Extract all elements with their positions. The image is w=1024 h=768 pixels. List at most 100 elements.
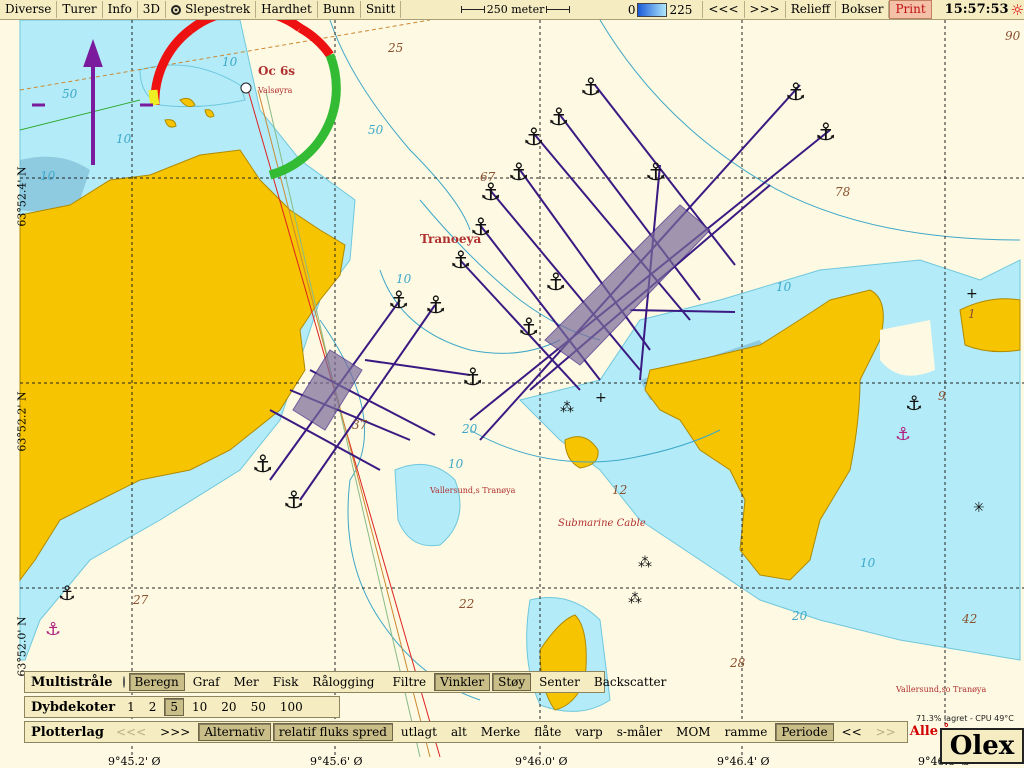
menu-diverse[interactable]: Diverse	[0, 1, 58, 18]
svg-text:10: 10	[116, 132, 132, 146]
cable-label: Submarine Cable	[558, 518, 646, 529]
contour-1-button[interactable]: 1	[121, 698, 141, 716]
contour-50-button[interactable]: 50	[245, 698, 272, 716]
sun-icon[interactable]: ☼	[1011, 1, 1024, 19]
senter-button[interactable]: Senter	[533, 673, 586, 691]
olex-logo: Olex	[940, 728, 1024, 764]
depth-min: 0	[627, 2, 636, 17]
menu-hardhet[interactable]: Hardhet	[256, 1, 318, 18]
nav-back-button[interactable]: <<<	[702, 1, 745, 18]
svg-text:10: 10	[40, 169, 56, 183]
contour-10-button[interactable]: 10	[186, 698, 213, 716]
svg-text:⚓: ⚓	[425, 291, 447, 319]
svg-text:20: 20	[461, 422, 478, 436]
light-label: Oc 6s	[258, 64, 295, 78]
lat-label: 63°52.2' N	[15, 391, 29, 452]
periode-button[interactable]: Periode	[775, 723, 834, 741]
svg-text:10: 10	[860, 556, 876, 570]
bokser-button[interactable]: Bokser	[836, 1, 890, 18]
svg-text:⚓: ⚓	[45, 619, 61, 640]
merke-button[interactable]: Merke	[475, 723, 527, 741]
menu-snitt[interactable]: Snitt	[361, 1, 402, 18]
menu-bunn[interactable]: Bunn	[318, 1, 361, 18]
svg-text:12: 12	[612, 483, 627, 497]
menu-turer[interactable]: Turer	[57, 1, 103, 18]
svg-text:⚓: ⚓	[252, 450, 274, 478]
menu-3d[interactable]: 3D	[138, 1, 167, 18]
svg-text:20: 20	[791, 609, 808, 623]
period-forward-button[interactable]: >>	[870, 723, 902, 741]
svg-text:⚓: ⚓	[508, 158, 530, 186]
tranoeya-label: Tranoeya	[420, 232, 481, 246]
stoy-button[interactable]: Støy	[492, 673, 532, 691]
svg-text:⚓: ⚓	[905, 391, 923, 415]
menu-slepestrek-label: Slepestrek	[185, 2, 251, 16]
valsoyra-label: Valsøyra	[257, 86, 293, 95]
varp-button[interactable]: varp	[569, 723, 608, 741]
lon-label: 9°46.4' Ø	[717, 755, 770, 768]
clock: 15:57:53	[944, 2, 1009, 17]
plotter-forward-button[interactable]: >>>	[154, 723, 196, 741]
depth-legend: 0 225	[627, 2, 692, 17]
svg-text:10: 10	[222, 55, 238, 69]
alternativ-button[interactable]: Alternativ	[198, 723, 271, 741]
svg-text:10: 10	[776, 280, 792, 294]
lon-label: 9°45.2' Ø	[108, 755, 161, 768]
ralogging-button[interactable]: Rålogging	[306, 673, 380, 691]
nav-forward-button[interactable]: >>>	[745, 1, 786, 18]
beregn-button[interactable]: Beregn	[128, 673, 185, 691]
print-button[interactable]: Print	[889, 0, 932, 19]
relatif-fluks-button[interactable]: relatif fluks spred	[272, 723, 393, 741]
ramme-button[interactable]: ramme	[719, 723, 774, 741]
contour-20-button[interactable]: 20	[215, 698, 242, 716]
svg-text:25: 25	[387, 41, 403, 55]
svg-text:78: 78	[835, 185, 851, 199]
backscatter-button[interactable]: Backscatter	[588, 673, 672, 691]
graf-button[interactable]: Graf	[187, 673, 226, 691]
svg-text:+: +	[966, 286, 978, 302]
mer-button[interactable]: Mer	[228, 673, 265, 691]
svg-text:67: 67	[480, 170, 496, 184]
svg-text:⚓: ⚓	[388, 286, 410, 314]
svg-text:50: 50	[62, 87, 78, 101]
lon-label: 9°45.6' Ø	[310, 755, 363, 768]
mom-button[interactable]: MOM	[670, 723, 716, 741]
utlagt-button[interactable]: utlagt	[395, 723, 443, 741]
multistrale-radio[interactable]	[122, 676, 125, 688]
target-icon	[171, 4, 182, 15]
svg-text:⚓: ⚓	[815, 118, 837, 146]
svg-text:22: 22	[458, 597, 474, 611]
svg-text:9: 9	[938, 389, 946, 403]
dybdekoter-title: Dybdekoter	[31, 699, 116, 715]
relieff-button[interactable]: Relieff	[786, 1, 837, 18]
scale-label: 250 meter	[486, 3, 545, 16]
multistrale-panel: Multistråle Beregn Graf Mer Fisk Råloggi…	[24, 671, 666, 693]
period-back-button[interactable]: <<	[836, 723, 868, 741]
svg-text:⚓: ⚓	[895, 424, 911, 445]
menu-slepestrek[interactable]: Slepestrek	[166, 1, 257, 18]
s-maler-button[interactable]: s-måler	[611, 723, 668, 741]
contour-100-button[interactable]: 100	[274, 698, 309, 716]
filtre-button[interactable]: Filtre	[386, 673, 432, 691]
status-text: 71.3% lagret - CPU 49°C	[916, 714, 1014, 723]
svg-text:10: 10	[396, 272, 412, 286]
svg-text:42: 42	[961, 612, 977, 626]
plotterlag-title: Plotterlag	[31, 724, 104, 740]
nautical-chart[interactable]: ⚓ ⚓ ⚓ ⚓ ⚓ ⚓ ⚓ ⚓ ⚓ ⚓ ⚓ ⚓ ⚓ ⚓ ⚓ ⚓ ⚓ ⚓ ⚓ ⚓ …	[0, 0, 1024, 768]
menu-info[interactable]: Info	[103, 1, 138, 18]
flate-button[interactable]: flåte	[528, 723, 567, 741]
svg-text:⁂: ⁂	[638, 555, 652, 571]
svg-text:⚓: ⚓	[58, 581, 76, 605]
multistrale-title: Multistråle	[31, 674, 113, 690]
svg-text:⚓: ⚓	[785, 78, 807, 106]
fisk-button[interactable]: Fisk	[267, 673, 305, 691]
svg-text:⚓: ⚓	[548, 103, 570, 131]
contour-2-button[interactable]: 2	[143, 698, 163, 716]
plotter-back-button[interactable]: <<<	[110, 723, 152, 741]
alt-button[interactable]: alt	[445, 723, 473, 741]
contour-5-button[interactable]: 5	[164, 698, 185, 716]
vinkler-button[interactable]: Vinkler	[434, 673, 491, 691]
lon-label: 9°46.0' Ø	[515, 755, 568, 768]
plotterlag-panel: Plotterlag <<< >>> Alternativ relatif fl…	[24, 721, 958, 743]
lat-label: 63°52.4' N	[15, 166, 29, 227]
